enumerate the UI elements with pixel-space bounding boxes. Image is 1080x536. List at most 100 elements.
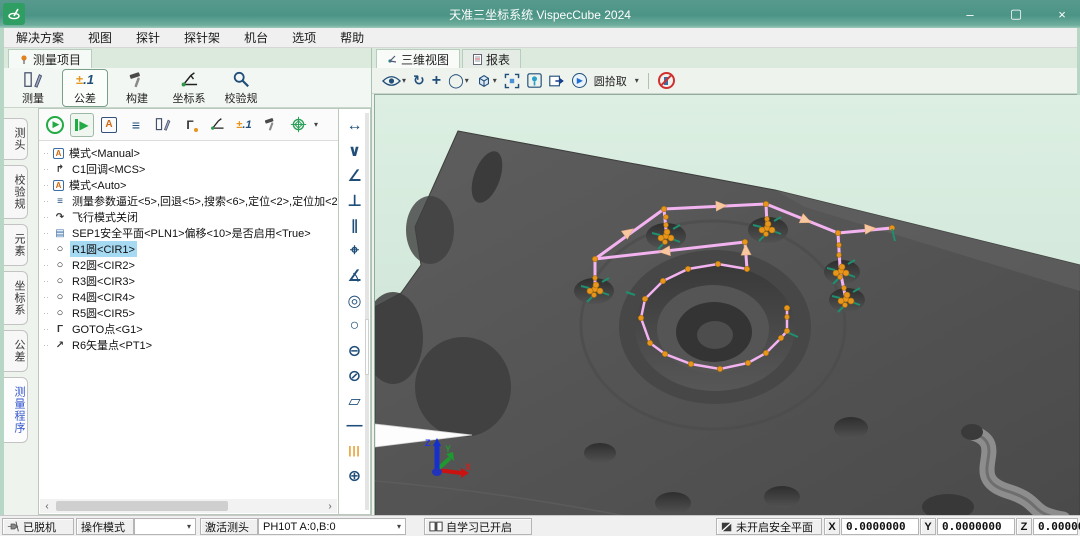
magnifier-icon [231,70,251,90]
tab-report[interactable]: 报表 [462,49,521,68]
strip-scrollbar[interactable] [365,113,369,510]
fit-selection-icon [504,73,520,89]
tree-item-r1-circle[interactable]: ··○R1圆<CIR1> [43,241,338,257]
menu-view[interactable]: 视图 [88,29,112,46]
tree-item-r3-circle[interactable]: ··○R3圆<CIR3> [43,273,338,289]
window-title: 天准三坐标系统 VispecCube 2024 [0,6,1080,23]
pick-type-label[interactable]: 圆拾取 [594,73,627,89]
menu-probe[interactable]: 探针 [136,29,160,46]
close-button[interactable]: × [1052,7,1072,22]
ribbon-coordinate-button[interactable]: 坐标系 [166,69,212,107]
hammer-icon [127,70,147,90]
active-probe-label: 激活测头 [200,518,258,535]
tree-horizontal-scrollbar[interactable]: ‹ › [40,499,337,513]
scene-3d: Z Y X [375,95,1080,516]
tolerance-icon: ±.1 [76,70,94,90]
auto-mode-button[interactable]: A [97,113,121,137]
probe-target-button[interactable] [286,113,310,137]
ribbon-construct-button[interactable]: 构建 [114,69,160,107]
side-tab-tolerance[interactable]: 公差 [4,330,28,372]
locate-button[interactable] [527,73,542,88]
toolbar-separator [648,73,649,89]
x-coordinate-value: 0.0000000 [841,518,919,535]
left-panel-header: 测量项目 [4,48,371,68]
view-tabs: 三维视图 报表 [372,48,1077,68]
ribbon-gauge-button[interactable]: 校验规 [218,69,264,107]
tab-measurement-project[interactable]: 测量项目 [8,49,92,68]
side-tab-probe[interactable]: 测头 [4,118,28,160]
app-window: 天准三坐标系统 VispecCube 2024 – ▢ × 解决方案 视图 探针… [0,0,1080,536]
program-tree: ··A模式<Manual> ··↱C1回调<MCS> ··A模式<Auto> ·… [39,141,338,499]
toolbar-overflow-icon[interactable]: ▾ [314,120,318,129]
y-coordinate-value: 0.0000000 [937,518,1015,535]
viewport-3d[interactable]: Z Y X [374,94,1077,515]
z-coordinate-value: 0.0000000 [1033,518,1078,535]
active-probe-select[interactable]: PH10T A:0,B:0▾ [258,518,406,535]
menu-machine[interactable]: 机台 [244,29,268,46]
tree-item-r6-vector-point[interactable]: ··↗R6矢量点<PT1> [43,337,338,353]
tree-item-r5-circle[interactable]: ··○R5圆<CIR5> [43,305,338,321]
tree-item-fly-mode[interactable]: ··↷飞行模式关闭 [43,209,338,225]
goto-button[interactable]: Γ [178,113,202,137]
tab-3d-view[interactable]: 三维视图 [376,49,460,68]
safety-plane-off-icon [721,521,733,533]
construct-button[interactable] [259,113,283,137]
operation-mode-select[interactable]: ▾ [134,518,196,535]
program-toolbar: ▶ ▶ A ≡ Γ ±.1 ▾ [39,109,338,141]
probe-disabled-icon[interactable] [658,72,675,89]
x-axis-label: X [824,518,840,535]
measure-tool-button[interactable] [151,113,175,137]
tree-item-r2-circle[interactable]: ··○R2圆<CIR2> [43,257,338,273]
pick-mode-button[interactable]: ◯▾ [448,72,469,89]
scrollbar-thumb[interactable] [56,501,228,511]
export-view-button[interactable] [549,74,565,88]
plug-icon [7,520,20,533]
menu-solution[interactable]: 解决方案 [16,29,64,46]
cube-icon [476,73,492,89]
axis-x-label: X [465,462,471,472]
zoom-fit-button[interactable] [504,73,520,89]
title-bar: 天准三坐标系统 VispecCube 2024 – ▢ × [0,0,1080,28]
vector-point-icon: ↗ [53,340,67,351]
safety-plane-status: 未开启安全平面 [716,518,822,535]
tree-item-r4-circle[interactable]: ··○R4圆<CIR4> [43,289,338,305]
side-tab-coordinate[interactable]: 坐标系 [4,271,28,325]
side-tab-gauge[interactable]: 校验规 [4,165,28,219]
tree-item-c1-recall[interactable]: ··↱C1回调<MCS> [43,161,338,177]
tolerance-button[interactable]: ±.1 [232,113,256,137]
pan-view-button[interactable]: + [432,72,441,90]
step-run-button[interactable]: ▶ [70,113,94,137]
pick-type-dropdown-icon[interactable]: ▾ [635,76,639,85]
menu-options[interactable]: 选项 [292,29,316,46]
tree-item-safety-plane[interactable]: ··▤SEP1安全平面<PLN1>偏移<10>是否启用<True> [43,225,338,241]
offline-status: 已脱机 [2,518,74,535]
menu-help[interactable]: 帮助 [340,29,364,46]
tree-item-goto-point[interactable]: ··ΓGOTO点<G1> [43,321,338,337]
maximize-button[interactable]: ▢ [1006,6,1026,22]
scroll-left-icon[interactable]: ‹ [40,501,54,512]
side-tab-program[interactable]: 测量程序 [4,377,28,443]
tree-item-mode-manual[interactable]: ··A模式<Manual> [43,145,338,161]
scroll-right-icon[interactable]: › [323,501,337,512]
fly-mode-icon: ↷ [53,212,67,223]
tree-item-measure-params[interactable]: ··≡测量参数逼近<5>,回退<5>,搜索<6>,定位<2>,定位加<2>,测量 [43,193,338,209]
parameters-button[interactable]: ≡ [124,113,148,137]
ribbon-measure-button[interactable]: 测量 [10,69,56,107]
rotate-view-button[interactable]: ↻ [413,72,425,89]
visibility-button[interactable]: ▾ [382,75,406,87]
location-pin-icon [527,73,542,88]
side-tab-elements[interactable]: 元素 [4,224,28,266]
coordinate-icon: ↱ [53,164,67,175]
tree-item-mode-auto[interactable]: ··A模式<Auto> [43,177,338,193]
eye-icon [382,75,401,87]
menu-probe-rack[interactable]: 探针架 [184,29,220,46]
run-button[interactable]: ▶ [43,113,67,137]
axis-z-label: Z [425,438,431,448]
ribbon-tolerance-button[interactable]: ±.1 公差 [62,69,108,107]
view-toolbar: ▾ ↻ + ◯▾ ▾ ▶ 圆拾取 ▾ [372,68,1077,94]
minimize-button[interactable]: – [960,7,980,22]
view-cube-button[interactable]: ▾ [476,73,497,89]
menu-bar: 解决方案 视图 探针 探针架 机台 选项 帮助 [4,28,1077,48]
coordinate-button[interactable] [205,113,229,137]
play-animation-button[interactable]: ▶ [572,73,587,88]
